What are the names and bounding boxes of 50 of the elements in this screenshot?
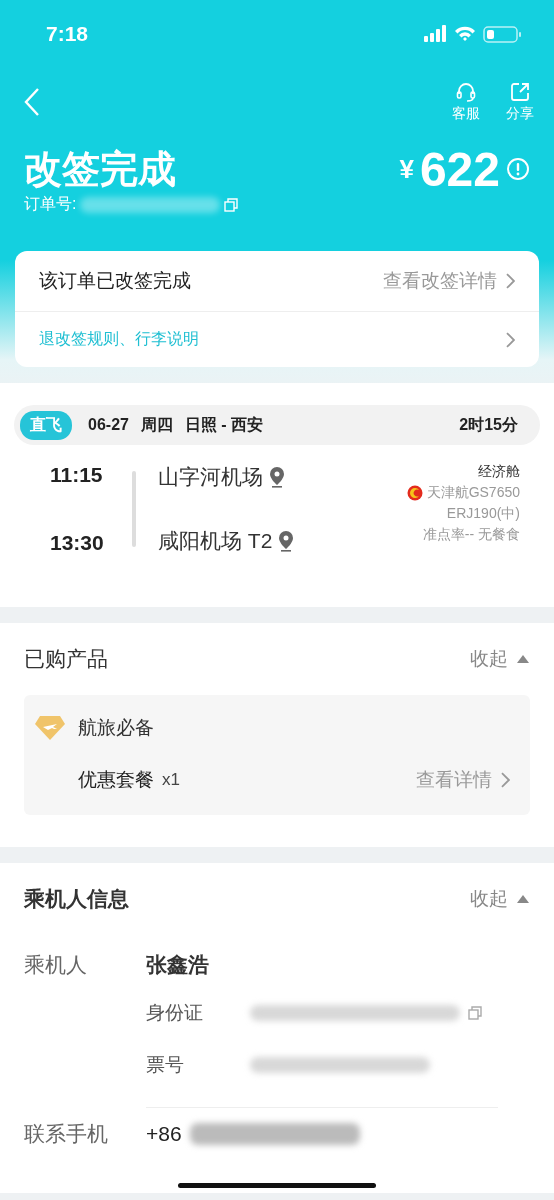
order-number-label: 订单号: [24, 194, 77, 214]
product-group-title: 航旅必备 [78, 716, 154, 740]
copy-icon[interactable] [468, 1006, 482, 1020]
flight-duration: 2时15分 [459, 414, 518, 435]
currency-symbol: ¥ [399, 153, 414, 185]
rules-link[interactable]: 退改签规则、行李说明 [39, 329, 199, 350]
passenger-label: 乘机人 [24, 952, 88, 978]
location-pin-icon [278, 530, 295, 552]
chevron-right-icon [505, 330, 515, 349]
section-title: 已购产品 [24, 646, 108, 672]
flight-extra-info: 准点率-- 无餐食 [422, 526, 520, 544]
info-icon[interactable] [506, 157, 530, 181]
diamond-plane-icon [34, 715, 66, 741]
chevron-right-icon [500, 771, 510, 789]
share-button[interactable]: 分享 [506, 81, 534, 123]
arrival-time: 13:30 [50, 531, 105, 555]
phone-label: 联系手机 [24, 1121, 109, 1147]
document-label: 身份证 [146, 1001, 204, 1025]
phone-prefix: +86 [146, 1122, 182, 1146]
location-pin-icon [269, 466, 285, 488]
direct-flight-tag: 直飞 [20, 410, 72, 440]
headset-button[interactable]: 客服 [452, 81, 480, 123]
cabin-class: 经济舱 [478, 463, 520, 481]
collapse-toggle[interactable]: 收起 [470, 646, 530, 672]
product-name: 优惠套餐 [78, 768, 154, 792]
change-details-link[interactable]: 查看改签详情 [383, 268, 498, 294]
chevron-right-icon [505, 272, 515, 290]
product-details-link[interactable]: 查看详情 [416, 767, 493, 793]
product-quantity: x1 [162, 770, 180, 790]
share-icon [509, 81, 531, 103]
flight-date: 06-27 [88, 416, 129, 434]
back-icon[interactable] [24, 87, 40, 117]
departure-airport: 山字河机场 [158, 464, 263, 490]
arrival-airport: 咸阳机场 T2 [158, 528, 273, 554]
passenger-name: 张鑫浩 [146, 953, 209, 976]
status-text: 该订单已改签完成 [39, 269, 191, 293]
section-title: 乘机人信息 [24, 886, 129, 912]
document-label: 票号 [146, 1053, 185, 1077]
price-amount: 622 [419, 141, 500, 197]
airline-logo-icon [406, 485, 423, 501]
copy-icon[interactable] [224, 197, 239, 212]
flight-route: 日照 - 西安 [184, 414, 265, 435]
page-title: 改签完成 [24, 147, 177, 192]
status-time: 7:18 [46, 22, 89, 46]
collapse-toggle[interactable]: 收起 [470, 886, 530, 912]
flight-weekday: 周四 [140, 414, 173, 435]
headset-icon [455, 81, 477, 103]
aircraft-type: ERJ190(中) [446, 505, 520, 523]
departure-time: 11:15 [50, 463, 104, 487]
airline-flight-number: 天津航GS7650 [426, 484, 520, 502]
